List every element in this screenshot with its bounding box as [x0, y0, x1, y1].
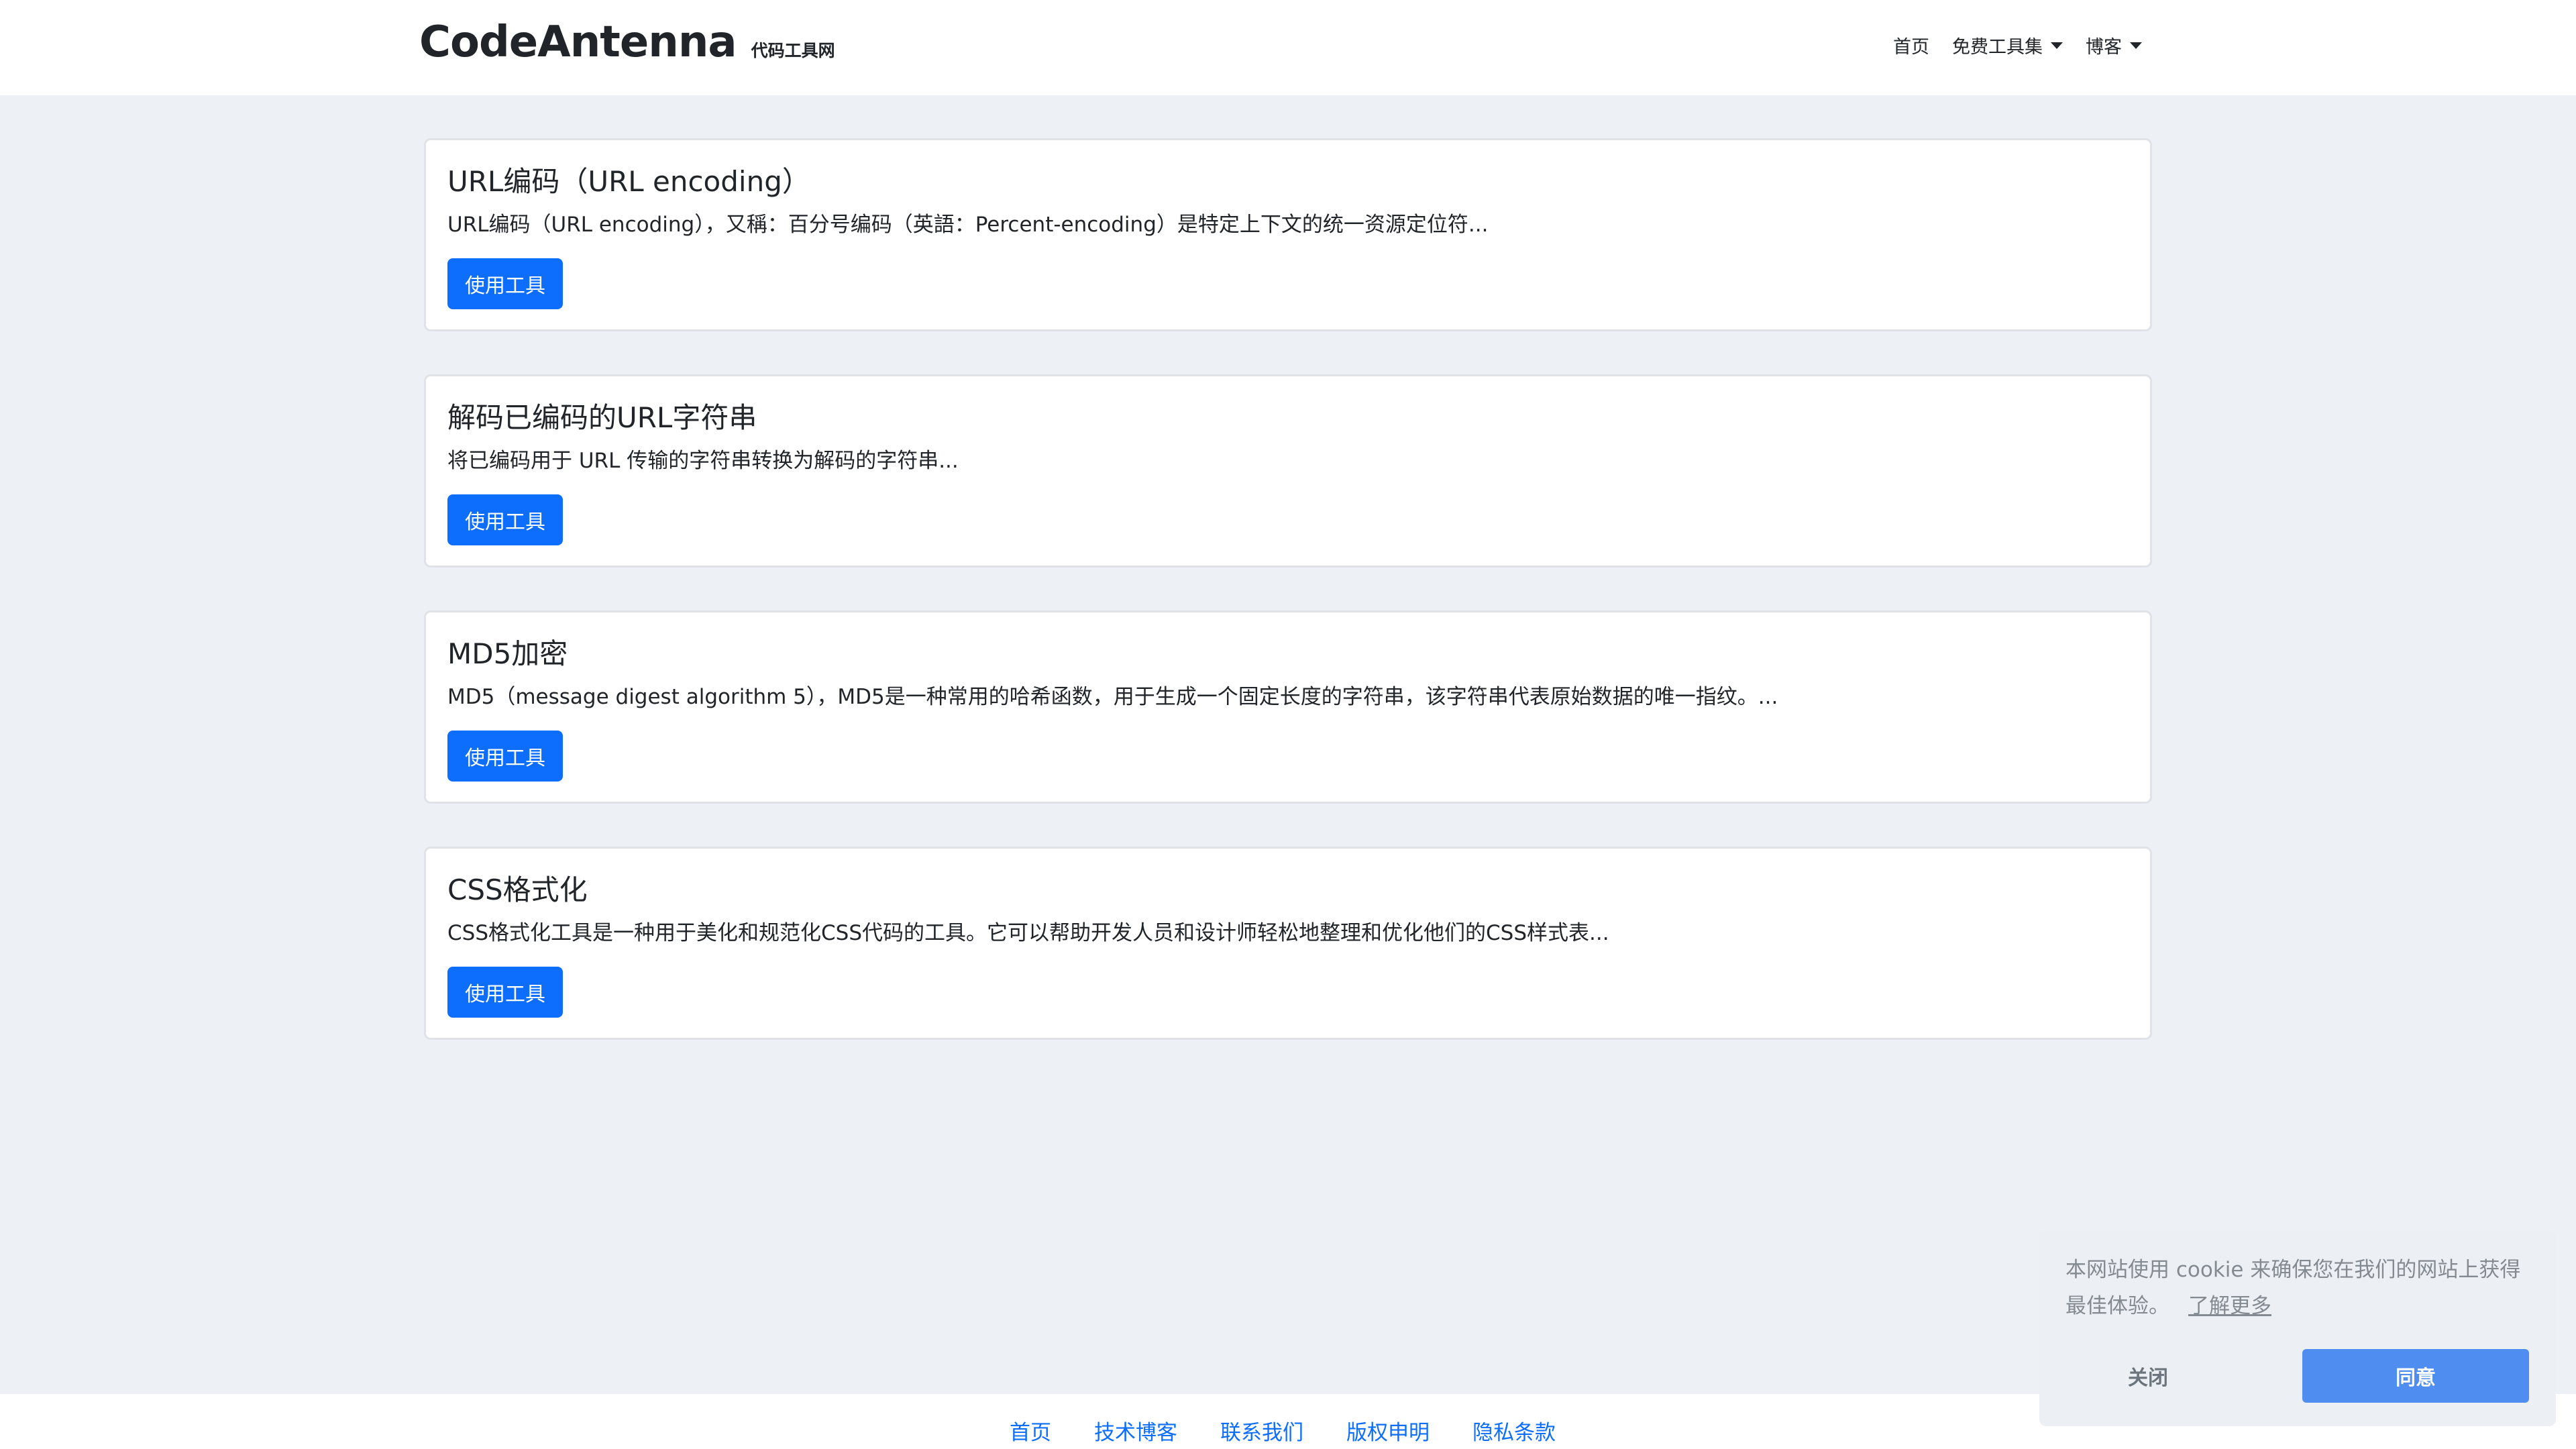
use-tool-button[interactable]: 使用工具 [447, 494, 563, 545]
card-description: URL编码（URL encoding），又稱：百分号编码（英語：Percent-… [447, 213, 1489, 237]
nav-item-blog[interactable]: 博客 [2086, 32, 2142, 58]
main-nav: 首页 免费工具集 博客 [1893, 32, 2142, 58]
card-description: CSS格式化工具是一种用于美化和规范化CSS代码的工具。它可以帮助开发人员和设计… [447, 921, 1609, 945]
brand-logo[interactable]: CodeAntenna 代码工具网 [419, 17, 835, 67]
brand-name: CodeAntenna [419, 17, 737, 67]
top-navbar: CodeAntenna 代码工具网 首页 免费工具集 博客 [0, 0, 2576, 95]
cookie-dismiss-button[interactable]: 关闭 [2041, 1349, 2255, 1403]
footer-link-home[interactable]: 首页 [1010, 1415, 1051, 1446]
caret-down-icon [2130, 42, 2142, 49]
tool-card-url-encode: URL编码（URL encoding） URL编码（URL encoding），… [424, 138, 2152, 331]
use-tool-button[interactable]: 使用工具 [447, 731, 563, 782]
brand-subtitle: 代码工具网 [751, 41, 835, 60]
nav-item-label: 免费工具集 [1952, 37, 2043, 58]
card-title: MD5加密 [447, 637, 568, 670]
cookie-learn-more-link[interactable]: 了解更多 [2188, 1294, 2271, 1318]
card-title: CSS格式化 [447, 873, 588, 906]
caret-down-icon [2051, 42, 2063, 49]
card-description: MD5（message digest algorithm 5），MD5是一种常用… [447, 685, 1778, 709]
card-title: URL编码（URL encoding） [447, 165, 810, 198]
nav-item-home[interactable]: 首页 [1893, 32, 1929, 58]
card-title: 解码已编码的URL字符串 [447, 401, 757, 434]
use-tool-button[interactable]: 使用工具 [447, 258, 563, 309]
cookie-allow-button[interactable]: 同意 [2302, 1349, 2529, 1403]
footer-link-contact[interactable]: 联系我们 [1220, 1415, 1303, 1446]
card-description: 将已编码用于 URL 传输的字符串转换为解码的字符串... [447, 449, 959, 473]
tool-card-url-decode: 解码已编码的URL字符串 将已编码用于 URL 传输的字符串转换为解码的字符串.… [424, 374, 2152, 568]
nav-item-label: 首页 [1893, 37, 1929, 58]
nav-item-label: 博客 [2086, 37, 2122, 58]
footer-links: 首页 技术博客 联系我们 版权申明 隐私条款 [1010, 1415, 1556, 1446]
cookie-message-block: 本网站使用 cookie 来确保您在我们的网站上获得最佳体验。 了解更多 [2065, 1252, 2535, 1324]
nav-item-free-tools[interactable]: 免费工具集 [1952, 32, 2063, 58]
use-tool-button[interactable]: 使用工具 [447, 967, 563, 1018]
tool-card-list: URL编码（URL encoding） URL编码（URL encoding），… [424, 138, 2152, 1083]
tool-card-md5: MD5加密 MD5（message digest algorithm 5），MD… [424, 610, 2152, 804]
footer-link-tech-blog[interactable]: 技术博客 [1094, 1415, 1177, 1446]
footer-link-copyright[interactable]: 版权申明 [1346, 1415, 1430, 1446]
tool-card-css-format: CSS格式化 CSS格式化工具是一种用于美化和规范化CSS代码的工具。它可以帮助… [424, 847, 2152, 1040]
footer-link-privacy[interactable]: 隐私条款 [1472, 1415, 1556, 1446]
cookie-message: 本网站使用 cookie 来确保您在我们的网站上获得最佳体验。 [2065, 1258, 2521, 1318]
cookie-banner: 本网站使用 cookie 来确保您在我们的网站上获得最佳体验。 了解更多 关闭 同… [2039, 1232, 2556, 1426]
